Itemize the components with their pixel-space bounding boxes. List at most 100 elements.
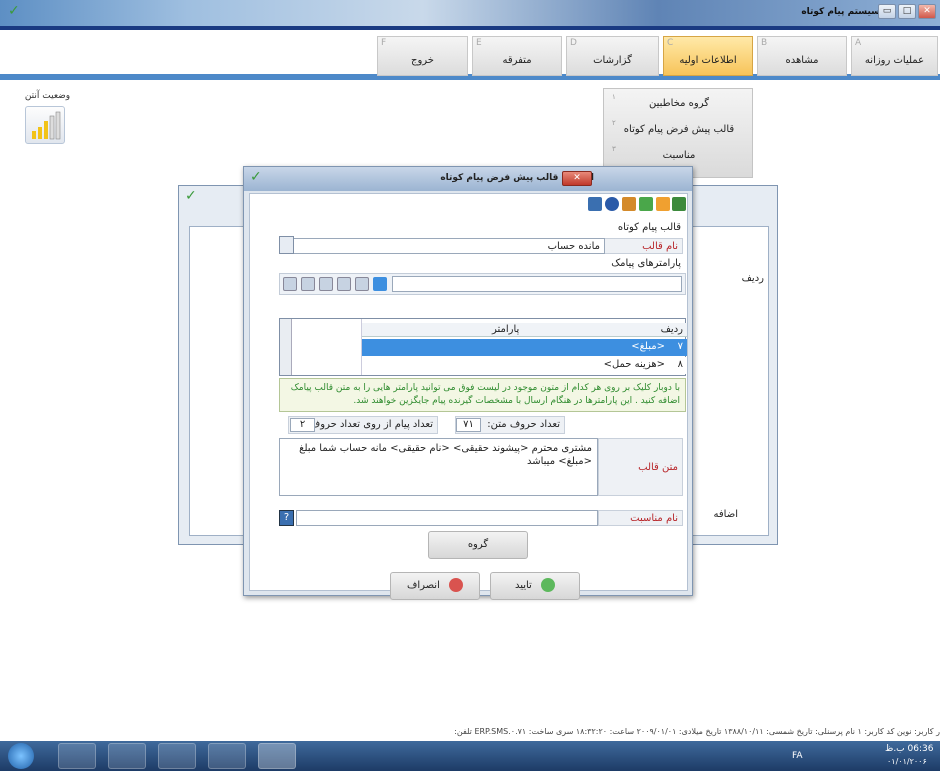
menu-key: E [476, 38, 482, 48]
minimize-button[interactable]: ▭ [878, 4, 896, 19]
clock-time[interactable]: 06:36 ب.ظ [885, 744, 933, 754]
refresh-icon[interactable] [639, 197, 653, 211]
explorer-icon[interactable] [108, 743, 146, 769]
menu-exit[interactable]: F خروج [377, 36, 468, 76]
export-icon[interactable] [319, 277, 333, 291]
filter-icon[interactable] [355, 277, 369, 291]
window-titlebar: ✓ سیستم پیام کوتاه ▭ □ ✕ [0, 0, 940, 26]
clock-date[interactable]: ۰۱/۰۱/۲۰۰۶ [887, 757, 927, 766]
sort-icon[interactable] [337, 277, 351, 291]
grid-blank-column [292, 319, 362, 375]
taskbar: FA 06:36 ب.ظ ۰۱/۰۱/۲۰۰۶ [0, 741, 940, 771]
template-name-label: نام قالب [603, 238, 683, 254]
exit-icon[interactable] [672, 197, 686, 211]
check-icon: ✓ [250, 169, 262, 185]
save-icon[interactable] [588, 197, 602, 211]
ok-button[interactable]: تایید [490, 572, 580, 600]
notes-icon[interactable] [279, 236, 294, 254]
dialog-body: قالب پیام کوتاه نام قالب مانده حساب پارا… [249, 193, 688, 600]
menu-label: عملیات روزانه [864, 55, 925, 66]
menu-label: اطلاعات اولیه [679, 55, 737, 66]
cancel-button[interactable]: انصراف [390, 572, 480, 600]
search-icon[interactable] [373, 277, 387, 291]
menu-misc[interactable]: E متفرقه [472, 36, 562, 76]
ie-icon[interactable] [58, 743, 96, 769]
basic-info-submenu: ۱ گروه مخاطبین ۲ قالب پیش فرض پیام کوتاه ۳… [603, 88, 753, 178]
language-indicator[interactable]: FA [792, 751, 803, 761]
submenu-label: گروه مخاطبین [649, 98, 709, 109]
submenu-num: ۱ [612, 93, 616, 101]
window-title: سیستم پیام کوتاه [801, 7, 880, 17]
pdf-icon[interactable] [158, 743, 196, 769]
template-body-label: متن قالب [598, 438, 683, 496]
menu-basic-info[interactable]: C اطلاعات اولیه [663, 36, 753, 76]
start-icon[interactable] [8, 743, 34, 769]
menu-key: C [667, 38, 674, 48]
antenna-label: وضعیت آنتن [24, 91, 71, 101]
row-num: ۷ [677, 341, 683, 352]
submenu-contact-groups[interactable]: ۱ گروه مخاطبین [610, 93, 748, 115]
signal-icon [25, 106, 65, 144]
submenu-num: ۲ [612, 119, 616, 127]
menu-view[interactable]: B مشاهده [757, 36, 847, 76]
maximize-button[interactable]: □ [898, 4, 916, 19]
lookup-icon[interactable]: ? [279, 510, 294, 526]
users-icon[interactable] [622, 197, 636, 211]
submenu-label: مناسبت [662, 150, 696, 161]
grid-header: ردیف پارامتر [362, 323, 687, 337]
params-hint: با دوبار کلیک بر روی هر کدام از متون موج… [279, 378, 686, 412]
row-param: <مبلغ> [631, 341, 665, 352]
submenu-occasion[interactable]: ۳ مناسبت [610, 145, 748, 167]
menu-key: F [381, 38, 387, 48]
close-icon[interactable]: ✕ [562, 171, 592, 186]
antenna-status: وضعیت آنتن [10, 91, 85, 151]
grid-row[interactable]: ۷ <مبلغ> [362, 339, 687, 356]
app-check-icon: ✓ [8, 3, 20, 19]
cancel-icon [449, 578, 464, 592]
menu-label: گزارشات [593, 55, 632, 66]
zoom-out-icon[interactable] [301, 277, 315, 291]
menu-daily-operations[interactable]: A عملیات روزانه [851, 36, 938, 76]
col-row-header: ردیف [660, 324, 683, 335]
group-button[interactable]: گروه [428, 531, 528, 559]
menu-key: D [570, 38, 577, 48]
close-window-button[interactable]: ✕ [918, 4, 936, 19]
template-name-field[interactable]: مانده حساب [279, 238, 605, 254]
print-icon[interactable] [656, 197, 670, 211]
check-icon [541, 578, 556, 592]
char-count-value: ۷۱ [456, 418, 481, 432]
col-param-header: پارامتر [492, 324, 520, 335]
row-param: <هزینه حمل> [603, 359, 665, 370]
main-menu-bar: A عملیات روزانه B مشاهده C اطلاعات اولیه D گ… [0, 26, 940, 80]
cancel-label: انصراف [406, 580, 440, 591]
app-icon[interactable] [208, 743, 246, 769]
menu-label: متفرقه [502, 55, 532, 66]
template-body-textarea[interactable]: مشتری محترم <پیشوند حقیقی> <نام حقیقی> م… [279, 438, 598, 496]
add-label[interactable]: اضافه [714, 509, 738, 520]
status-bar: ر کاربر: نوین کد کاربر: ۱ نام پرسنلی: تا… [0, 727, 940, 741]
ok-label: تایید [514, 580, 532, 591]
params-toolbar [279, 273, 686, 295]
params-grid: ردیف پارامتر ۷ <مبلغ> ۸ <هزینه حمل> [279, 318, 687, 376]
menu-reports[interactable]: D گزارشات [566, 36, 659, 76]
grid-scrollbar[interactable] [280, 319, 292, 375]
msg-count-value: ۲ [290, 418, 315, 432]
submenu-default-sms-template[interactable]: ۲ قالب پیش فرض پیام کوتاه [610, 119, 748, 141]
occasion-label: نام مناسبت [598, 510, 683, 526]
add-template-dialog: ✓ افزودن قالب پیش فرض پیام کوتاه ✕ قالب … [243, 166, 693, 600]
help-icon[interactable] [605, 197, 619, 211]
menu-key: B [761, 38, 768, 48]
dialog-titlebar: ✓ افزودن قالب پیش فرض پیام کوتاه ✕ [244, 167, 692, 191]
sms-app-icon[interactable] [258, 743, 296, 769]
occasion-field[interactable] [296, 510, 598, 526]
row-num: ۸ [677, 359, 683, 370]
menu-key: A [855, 38, 862, 48]
zoom-icon[interactable] [283, 277, 297, 291]
menu-label: خروج [411, 55, 434, 66]
grid-row[interactable]: ۸ <هزینه حمل> [362, 357, 687, 374]
params-search-input[interactable] [392, 276, 682, 292]
submenu-num: ۳ [612, 145, 616, 153]
menu-label: مشاهده [785, 55, 819, 66]
row-header: ردیف [741, 273, 764, 284]
check-icon: ✓ [185, 188, 197, 204]
